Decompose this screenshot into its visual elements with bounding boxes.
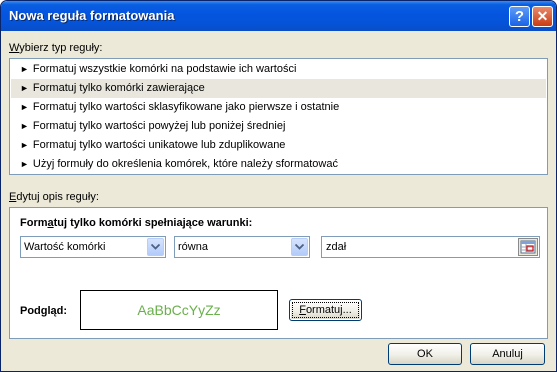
rule-type-item-unique-duplicate[interactable]: ► Formatuj tylko wartości unikatowe lub z… xyxy=(11,136,546,155)
rule-type-list[interactable]: ► Formatuj wszystkie komórki na podstawie… xyxy=(9,58,548,175)
operator-select[interactable]: równa xyxy=(174,236,310,258)
arrow-right-icon: ► xyxy=(20,64,29,74)
arrow-right-icon: ► xyxy=(20,121,29,131)
condition-heading: Formatuj tylko komórki spełniające warun… xyxy=(20,217,253,229)
rule-description-panel: Formatuj tylko komórki spełniające warun… xyxy=(9,207,548,339)
dialog-window: Nowa reguła formatowania ? ✕ Wybierz typ… xyxy=(0,0,557,372)
rule-type-item-all-values[interactable]: ► Formatuj wszystkie komórki na podstawie… xyxy=(11,60,546,79)
rule-type-label: Wybierz typ reguły: xyxy=(9,42,103,54)
close-icon: ✕ xyxy=(536,8,549,24)
rule-type-item-above-below-average[interactable]: ► Formatuj tylko wartości powyżej lub pon… xyxy=(11,117,546,136)
arrow-right-icon: ► xyxy=(20,159,29,169)
title-bar[interactable]: Nowa reguła formatowania ? ✕ xyxy=(1,1,556,31)
ok-button[interactable]: OK xyxy=(388,343,462,365)
preview-label: Podgląd: xyxy=(20,305,68,317)
help-icon: ? xyxy=(514,8,525,25)
format-button[interactable]: Formatuj... xyxy=(289,299,362,321)
rule-description-label: Edytuj opis reguły: xyxy=(9,191,99,203)
rule-type-item-cells-containing[interactable]: ► Formatuj tylko komórki zawierające xyxy=(11,79,546,98)
cancel-button[interactable]: Anuluj xyxy=(470,343,545,365)
arrow-right-icon: ► xyxy=(20,140,29,150)
chevron-down-icon[interactable] xyxy=(291,238,308,256)
help-button[interactable]: ? xyxy=(509,6,530,27)
condition-field-select[interactable]: Wartość komórki xyxy=(20,236,166,258)
close-button[interactable]: ✕ xyxy=(532,6,553,27)
arrow-right-icon: ► xyxy=(20,102,29,112)
cell-reference-button[interactable] xyxy=(518,238,538,256)
arrow-right-icon: ► xyxy=(20,83,29,93)
dialog-title: Nowa reguła formatowania xyxy=(9,8,175,23)
rule-type-item-formula[interactable]: ► Użyj formuły do określenia komórek, któ… xyxy=(11,155,546,174)
condition-value-input[interactable]: zdał xyxy=(321,236,540,258)
rule-type-item-top-bottom[interactable]: ► Formatuj tylko wartości sklasyfikowane … xyxy=(11,98,546,117)
chevron-down-icon[interactable] xyxy=(147,238,164,256)
format-preview: AaBbCcYyZz xyxy=(80,290,278,330)
range-select-icon xyxy=(520,240,536,254)
